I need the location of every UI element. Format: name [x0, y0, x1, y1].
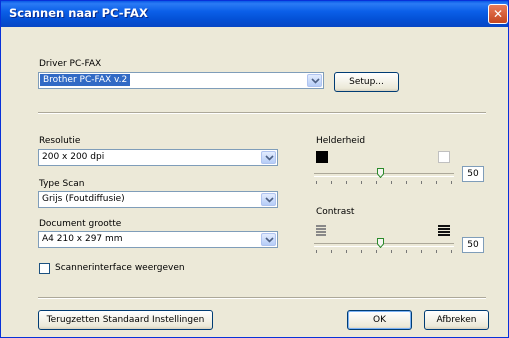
slider-tick	[331, 181, 332, 184]
scan-to-pcfax-dialog: Scannen naar PC-FAX ✕ Driver PC-FAX Brot…	[0, 0, 509, 338]
resolution-value: 200 x 200 dpi	[42, 152, 105, 162]
slider-tick	[421, 250, 422, 253]
setup-button[interactable]: Setup...	[334, 72, 399, 92]
slider-tick	[451, 250, 452, 253]
slider-tick	[361, 181, 362, 184]
light-square-icon	[438, 151, 450, 163]
slider-tick	[361, 250, 362, 253]
driver-select[interactable]: Brother PC-FAX v.2	[38, 72, 324, 89]
document-size-label: Document grootte	[39, 219, 122, 229]
document-size-select[interactable]: A4 210 x 297 mm	[38, 231, 278, 248]
driver-label: Driver PC-FAX	[39, 59, 102, 69]
slider-tick	[436, 181, 437, 184]
slider-tick	[436, 250, 437, 253]
contrast-label: Contrast	[316, 207, 355, 217]
brightness-value[interactable]: 50	[462, 166, 484, 182]
brightness-slider-track[interactable]	[314, 173, 454, 177]
reset-defaults-button[interactable]: Terugzetten Standaard Instellingen	[38, 310, 213, 330]
slider-tick	[451, 181, 452, 184]
scanner-interface-checkbox[interactable]	[39, 263, 50, 274]
brightness-label: Helderheid	[316, 136, 366, 146]
scanner-interface-label: Scannerinterface weergeven	[55, 263, 185, 273]
dark-square-icon	[316, 151, 328, 163]
slider-tick	[391, 181, 392, 184]
slider-tick	[391, 250, 392, 253]
scan-type-label: Type Scan	[39, 179, 85, 189]
resolution-select[interactable]: 200 x 200 dpi	[38, 149, 278, 166]
divider-bottom	[38, 297, 486, 299]
brightness-slider-thumb[interactable]	[377, 168, 384, 178]
resolution-label: Resolutie	[39, 136, 81, 146]
scan-type-value: Grijs (Foutdiffusie)	[42, 194, 125, 204]
chevron-down-icon[interactable]	[261, 233, 276, 246]
contrast-slider-thumb[interactable]	[377, 238, 384, 248]
chevron-down-icon[interactable]	[261, 151, 276, 164]
scan-type-select[interactable]: Grijs (Foutdiffusie)	[38, 191, 278, 208]
contrast-slider-track[interactable]	[314, 243, 454, 247]
slider-tick	[346, 181, 347, 184]
document-size-value: A4 210 x 297 mm	[42, 234, 123, 244]
divider-top	[38, 112, 486, 114]
chevron-down-icon[interactable]	[307, 74, 322, 87]
slider-tick	[316, 181, 317, 184]
slider-tick	[421, 181, 422, 184]
cancel-button[interactable]: Afbreken	[424, 310, 489, 330]
high-contrast-icon	[438, 225, 450, 236]
slider-tick	[406, 181, 407, 184]
slider-tick	[346, 250, 347, 253]
ok-button[interactable]: OK	[347, 310, 412, 330]
contrast-value[interactable]: 50	[462, 237, 484, 253]
chevron-down-icon[interactable]	[261, 193, 276, 206]
slider-tick	[331, 250, 332, 253]
slider-tick	[406, 250, 407, 253]
close-icon: ✕	[492, 7, 504, 21]
window-title: Scannen naar PC-FAX	[9, 6, 148, 20]
slider-tick	[376, 181, 377, 184]
driver-value: Brother PC-FAX v.2	[40, 74, 131, 86]
close-button[interactable]: ✕	[488, 4, 508, 24]
slider-tick	[316, 250, 317, 253]
title-bar[interactable]: Scannen naar PC-FAX ✕	[1, 1, 508, 27]
slider-tick	[376, 250, 377, 253]
low-contrast-icon	[316, 225, 326, 236]
